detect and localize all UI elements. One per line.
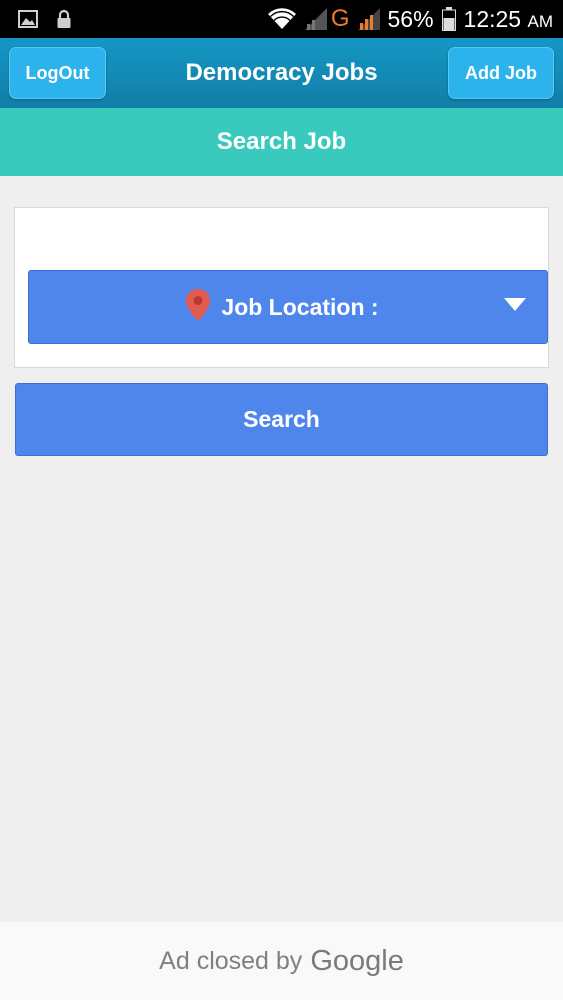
map-pin-icon — [185, 288, 211, 327]
lock-icon — [56, 9, 72, 29]
search-card: Job Location : — [14, 207, 549, 368]
status-right: G 56% 12:25 AM — [267, 5, 563, 33]
chevron-down-icon — [503, 297, 527, 318]
signal-icon-2 — [357, 8, 380, 30]
app-header: LogOut Democracy Jobs Add Job — [0, 38, 563, 108]
wifi-icon — [267, 8, 297, 30]
clock: 12:25 AM — [464, 6, 553, 33]
status-left — [0, 9, 72, 29]
image-icon — [18, 10, 38, 28]
battery-icon — [441, 7, 456, 31]
clock-suffix: AM — [527, 11, 554, 31]
page-title: Search Job — [216, 128, 347, 155]
app-title: Democracy Jobs — [185, 59, 378, 86]
job-location-dropdown[interactable]: Job Location : — [28, 270, 548, 344]
sub-header: Search Job — [0, 108, 563, 176]
ad-bar: Ad closed by Google — [0, 922, 563, 1000]
status-bar: G 56% 12:25 AM — [0, 0, 563, 38]
location-label: Job Location : — [221, 293, 379, 320]
logout-button[interactable]: LogOut — [9, 47, 106, 99]
ad-brand: Google — [310, 944, 404, 977]
clock-time: 12:25 — [463, 5, 522, 32]
location-inner: Job Location : — [185, 288, 379, 327]
ad-text: Ad closed by — [159, 946, 303, 975]
signal-icon — [304, 8, 327, 30]
add-job-button[interactable]: Add Job — [448, 47, 554, 99]
battery-percent: 56% — [387, 5, 434, 32]
carrier-label: G — [330, 5, 350, 32]
search-button[interactable]: Search — [15, 383, 548, 456]
